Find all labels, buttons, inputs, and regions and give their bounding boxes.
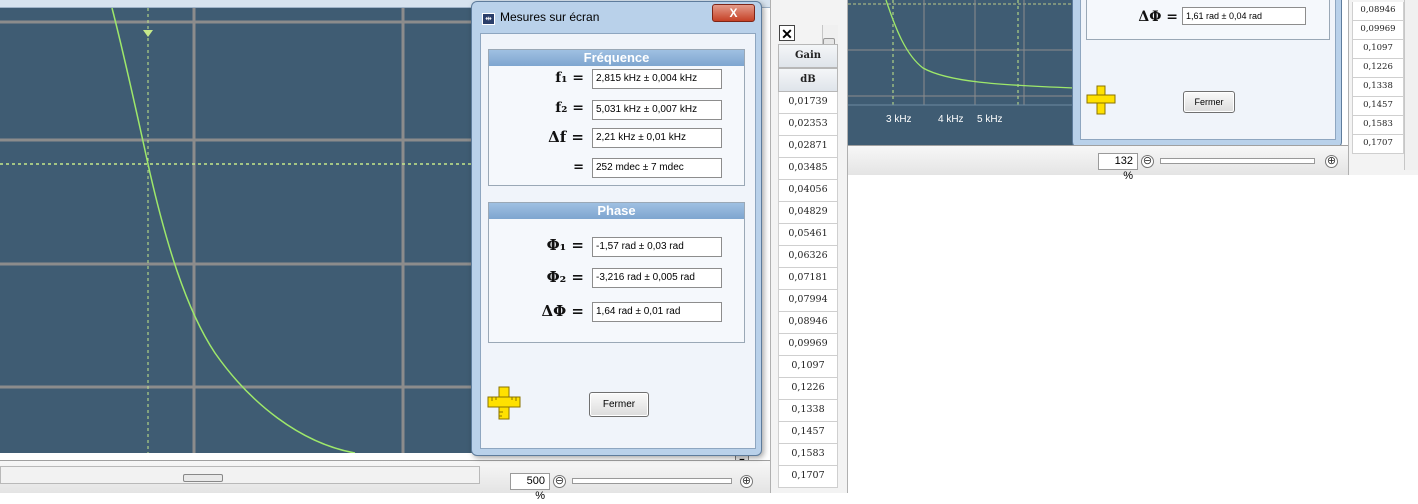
table-cell[interactable]: 0,1097: [1352, 40, 1404, 59]
zoom-out-icon[interactable]: ⊖: [1141, 155, 1154, 168]
phi2-field[interactable]: -3,216 rad ± 0,005 rad: [592, 268, 722, 288]
table-cell[interactable]: 0,07181: [778, 268, 838, 290]
f1-label: f₁ =: [555, 70, 584, 86]
f2-field[interactable]: 5,031 kHz ± 0,007 kHz: [592, 100, 722, 120]
axis-tick-5khz: 5 kHz: [977, 114, 1003, 125]
phi2-label: Φ₂ =: [546, 268, 584, 286]
table-cell[interactable]: 0,1583: [1352, 116, 1404, 135]
table-cell[interactable]: 0,1226: [778, 378, 838, 400]
plot-area-secondary[interactable]: 3 kHz 4 kHz 5 kHz: [848, 0, 1074, 145]
table-cell[interactable]: 0,08946: [778, 312, 838, 334]
table-cell[interactable]: 0,1457: [778, 422, 838, 444]
table-cell[interactable]: 0,08946: [1352, 2, 1404, 21]
dialog-app-icon: ⇹: [482, 13, 495, 25]
table-cell[interactable]: 0,1457: [1352, 97, 1404, 116]
axis-tick-4khz: 4 kHz: [938, 114, 964, 125]
phi1-label: Φ₁ =: [546, 236, 584, 254]
table-cell[interactable]: 0,09969: [1352, 21, 1404, 40]
delta-f-label: Δf =: [548, 128, 584, 146]
table-cell[interactable]: 0,04056: [778, 180, 838, 202]
axis-tick-3khz: 3 kHz: [886, 114, 912, 125]
delta-f-decades-label: =: [573, 160, 584, 175]
table-vertical-scrollbar-secondary[interactable]: [1404, 0, 1418, 170]
close-icon[interactable]: X: [712, 4, 755, 22]
zoom-level-field[interactable]: 500 %: [510, 473, 550, 502]
table-cell[interactable]: 0,09969: [778, 334, 838, 356]
zoom-in-icon[interactable]: ⊕: [740, 475, 753, 488]
column-header-unit: dB: [778, 68, 838, 92]
table-cell[interactable]: 0,1707: [1352, 135, 1404, 154]
table-cell[interactable]: 0,07994: [778, 290, 838, 312]
column-header-gain[interactable]: Gain: [778, 44, 838, 68]
table-cell[interactable]: 0,02353: [778, 114, 838, 136]
table-cell[interactable]: 0,04829: [778, 202, 838, 224]
delta-f-decades-field[interactable]: 252 mdec ± 7 mdec: [592, 158, 722, 178]
scrollbar-thumb[interactable]: [183, 474, 223, 482]
phi1-field[interactable]: -1,57 rad ± 0,03 rad: [592, 237, 722, 257]
close-button[interactable]: Fermer: [589, 392, 649, 417]
zoom-slider-secondary[interactable]: [1160, 158, 1315, 164]
horizontal-scrollbar[interactable]: [0, 466, 480, 484]
table-cell[interactable]: 0,1707: [778, 466, 838, 488]
f1-field[interactable]: 2,815 kHz ± 0,004 kHz: [592, 69, 722, 89]
table-cell[interactable]: 0,1583: [778, 444, 838, 466]
table-close-icon[interactable]: ✕: [779, 25, 795, 42]
table-cell[interactable]: 0,1338: [778, 400, 838, 422]
measurement-curve-secondary: [885, 0, 1074, 89]
f2-label: f₂ =: [555, 100, 584, 116]
close-button-secondary[interactable]: Fermer: [1183, 91, 1235, 113]
dialog-title: Mesures sur écran: [500, 10, 600, 24]
zoom-level-field-secondary[interactable]: 132 %: [1098, 153, 1138, 182]
table-cell[interactable]: 0,02871: [778, 136, 838, 158]
zoom-slider[interactable]: [572, 478, 732, 484]
table-cell[interactable]: 0,05461: [778, 224, 838, 246]
cursor-marker-icon[interactable]: [143, 30, 153, 37]
zoom-in-icon[interactable]: ⊕: [1325, 155, 1338, 168]
ruler-cross-icon[interactable]: [1086, 85, 1116, 115]
delta-phi-label: ΔΦ =: [541, 302, 585, 320]
table-cell[interactable]: 0,1226: [1352, 59, 1404, 78]
phase-group-title: Phase: [489, 203, 744, 219]
table-cell[interactable]: 0,06326: [778, 246, 838, 268]
frequency-group-title: Fréquence: [489, 50, 744, 66]
table-cell[interactable]: 0,1097: [778, 356, 838, 378]
delta-f-field[interactable]: 2,21 kHz ± 0,01 kHz: [592, 128, 722, 148]
table-cell[interactable]: 0,01739: [778, 92, 838, 114]
ruler-cross-icon[interactable]: [487, 386, 521, 420]
delta-phi-label-secondary: ΔΦ =: [1138, 9, 1178, 25]
delta-phi-field-secondary[interactable]: 1,61 rad ± 0,04 rad: [1182, 7, 1306, 25]
table-cell[interactable]: 0,03485: [778, 158, 838, 180]
zoom-out-icon[interactable]: ⊖: [553, 475, 566, 488]
table-cell[interactable]: 0,1338: [1352, 78, 1404, 97]
delta-phi-field[interactable]: 1,64 rad ± 0,01 rad: [592, 302, 722, 322]
